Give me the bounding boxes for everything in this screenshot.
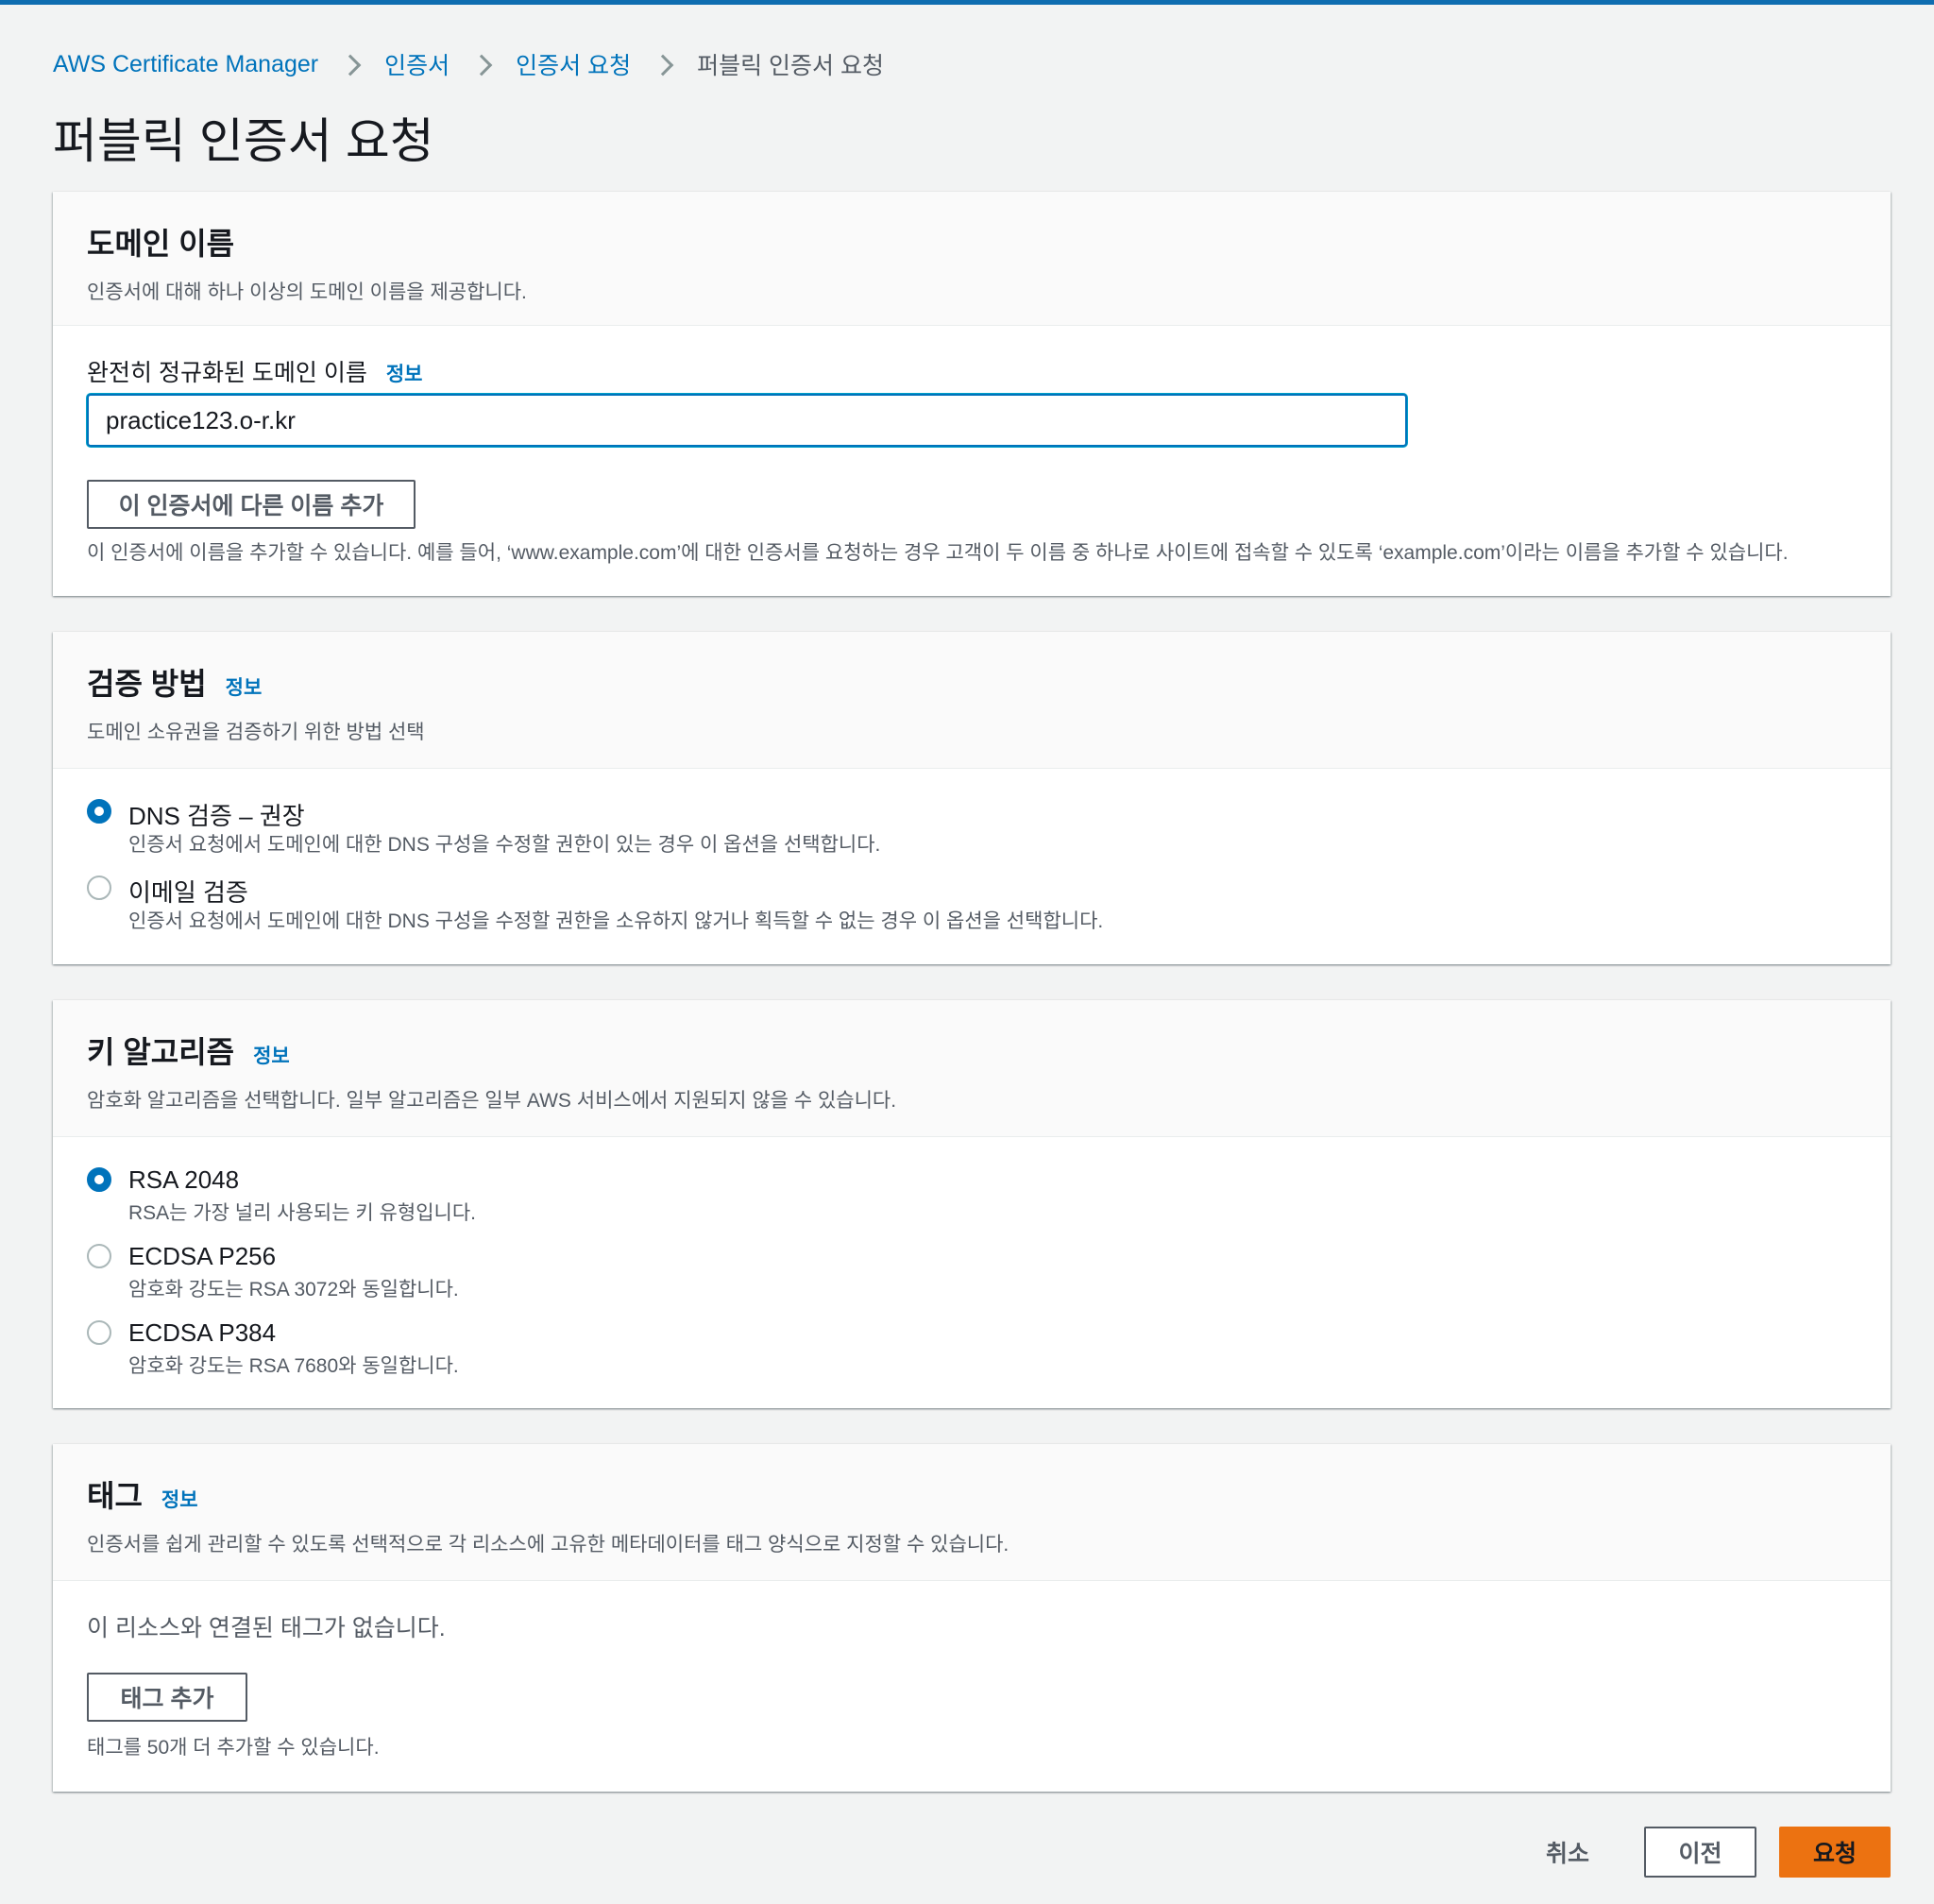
tags-description: 인증서를 쉽게 관리할 수 있도록 선택적으로 각 리소스에 고유한 메타데이터… <box>87 1534 1009 1556</box>
request-button[interactable]: 요청 <box>1779 1827 1891 1878</box>
validation-method-panel-body: DNS 검증 – 권장 인증서 요청에서 도메인에 대한 DNS 구성을 수정할… <box>53 769 1891 964</box>
tags-title-row: 태그 정보 <box>87 1472 198 1516</box>
chevron-right-icon <box>470 52 495 76</box>
key-algorithm-title: 키 알고리즘 <box>87 1035 235 1069</box>
add-another-name-button[interactable]: 이 인증서에 다른 이름 추가 <box>87 480 416 529</box>
tags-info-link[interactable]: 정보 <box>161 1485 198 1513</box>
domain-name-panel-body: 완전히 정규화된 도메인 이름 정보 이 인증서에 다른 이름 추가 이 인증서… <box>53 326 1891 596</box>
fqdn-label-row: 완전히 정규화된 도메인 이름 정보 <box>87 354 422 388</box>
validation-method-title-row: 검증 방법 정보 <box>87 660 262 704</box>
chevron-right-icon <box>652 52 676 76</box>
rsa-2048-label: RSA 2048 <box>128 1165 240 1194</box>
tags-panel: 태그 정보 인증서를 쉽게 관리할 수 있도록 선택적으로 각 리소스에 고유한… <box>53 1444 1891 1792</box>
top-accent-bar <box>0 0 1934 5</box>
fqdn-info-link[interactable]: 정보 <box>386 359 423 387</box>
ecdsa-p256-description: 암호화 강도는 RSA 3072와 동일합니다. <box>128 1279 459 1300</box>
fqdn-input[interactable] <box>87 394 1407 447</box>
domain-name-title: 도메인 이름 <box>87 227 235 261</box>
dns-validation-description: 인증서 요청에서 도메인에 대한 DNS 구성을 수정할 권한이 있는 경우 이… <box>128 834 881 856</box>
email-validation-radio[interactable] <box>87 876 111 900</box>
breadcrumb-certificates[interactable]: 인증서 <box>384 47 450 81</box>
rsa-2048-radio[interactable] <box>87 1167 111 1192</box>
ecdsa-p256-label: ECDSA P256 <box>128 1242 277 1270</box>
key-algorithm-panel-body: RSA 2048 RSA는 가장 널리 사용되는 키 유형입니다. ECDSA … <box>53 1137 1891 1408</box>
dns-validation-label: DNS 검증 – 권장 <box>128 802 305 830</box>
breadcrumb-acm[interactable]: AWS Certificate Manager <box>53 51 318 78</box>
ecdsa-p384-label: ECDSA P384 <box>128 1318 277 1347</box>
add-tag-hint: 태그를 50개 더 추가할 수 있습니다. <box>87 1737 380 1759</box>
previous-button[interactable]: 이전 <box>1644 1827 1756 1878</box>
validation-method-panel: 검증 방법 정보 도메인 소유권을 검증하기 위한 방법 선택 DNS 검증 –… <box>53 632 1891 964</box>
ecdsa-p256-radio[interactable] <box>87 1244 111 1268</box>
key-algorithm-description: 암호화 알고리즘을 선택합니다. 일부 알고리즘은 일부 AWS 서비스에서 지… <box>87 1090 897 1112</box>
breadcrumb-request-certificate[interactable]: 인증서 요청 <box>516 47 631 81</box>
domain-name-description: 인증서에 대해 하나 이상의 도메인 이름을 제공합니다. <box>87 281 527 303</box>
chevron-right-icon <box>339 52 364 76</box>
fqdn-label: 완전히 정규화된 도메인 이름 <box>87 360 367 386</box>
validation-method-info-link[interactable]: 정보 <box>226 672 263 701</box>
tags-panel-header: 태그 정보 인증서를 쉽게 관리할 수 있도록 선택적으로 각 리소스에 고유한… <box>53 1444 1891 1581</box>
add-another-name-hint: 이 인증서에 이름을 추가할 수 있습니다. 예를 들어, ‘www.examp… <box>87 542 1789 564</box>
dns-validation-radio[interactable] <box>87 799 111 824</box>
domain-name-panel-header: 도메인 이름 인증서에 대해 하나 이상의 도메인 이름을 제공합니다. <box>53 192 1891 326</box>
ecdsa-p384-radio[interactable] <box>87 1320 111 1345</box>
validation-method-panel-header: 검증 방법 정보 도메인 소유권을 검증하기 위한 방법 선택 <box>53 632 1891 769</box>
rsa-2048-description: RSA는 가장 널리 사용되는 키 유형입니다. <box>128 1202 476 1224</box>
breadcrumb-current: 퍼블릭 인증서 요청 <box>697 53 884 79</box>
email-validation-description: 인증서 요청에서 도메인에 대한 DNS 구성을 수정할 권한을 소유하지 않거… <box>128 910 1104 932</box>
cancel-button[interactable]: 취소 <box>1546 1835 1589 1869</box>
ecdsa-p384-description: 암호화 강도는 RSA 7680와 동일합니다. <box>128 1355 459 1377</box>
key-algorithm-info-link[interactable]: 정보 <box>253 1041 290 1069</box>
email-validation-label: 이메일 검증 <box>128 878 248 907</box>
validation-method-description: 도메인 소유권을 검증하기 위한 방법 선택 <box>87 722 425 743</box>
add-tag-button[interactable]: 태그 추가 <box>87 1673 247 1722</box>
breadcrumb: AWS Certificate Manager 인증서 인증서 요청 퍼블릭 인… <box>53 47 884 81</box>
form-actions: 취소 이전 요청 <box>1546 1827 1891 1878</box>
validation-method-title: 검증 방법 <box>87 667 207 701</box>
key-algorithm-panel: 키 알고리즘 정보 암호화 알고리즘을 선택합니다. 일부 알고리즘은 일부 A… <box>53 1000 1891 1408</box>
key-algorithm-panel-header: 키 알고리즘 정보 암호화 알고리즘을 선택합니다. 일부 알고리즘은 일부 A… <box>53 1000 1891 1137</box>
domain-name-panel: 도메인 이름 인증서에 대해 하나 이상의 도메인 이름을 제공합니다. 완전히… <box>53 192 1891 596</box>
tags-title: 태그 <box>87 1479 143 1513</box>
tags-panel-body: 이 리소스와 연결된 태그가 없습니다. 태그 추가 태그를 50개 더 추가할… <box>53 1581 1891 1792</box>
key-algorithm-title-row: 키 알고리즘 정보 <box>87 1028 290 1072</box>
no-tags-message: 이 리소스와 연결된 태그가 없습니다. <box>87 1615 446 1641</box>
page-title: 퍼블릭 인증서 요청 <box>53 114 434 168</box>
